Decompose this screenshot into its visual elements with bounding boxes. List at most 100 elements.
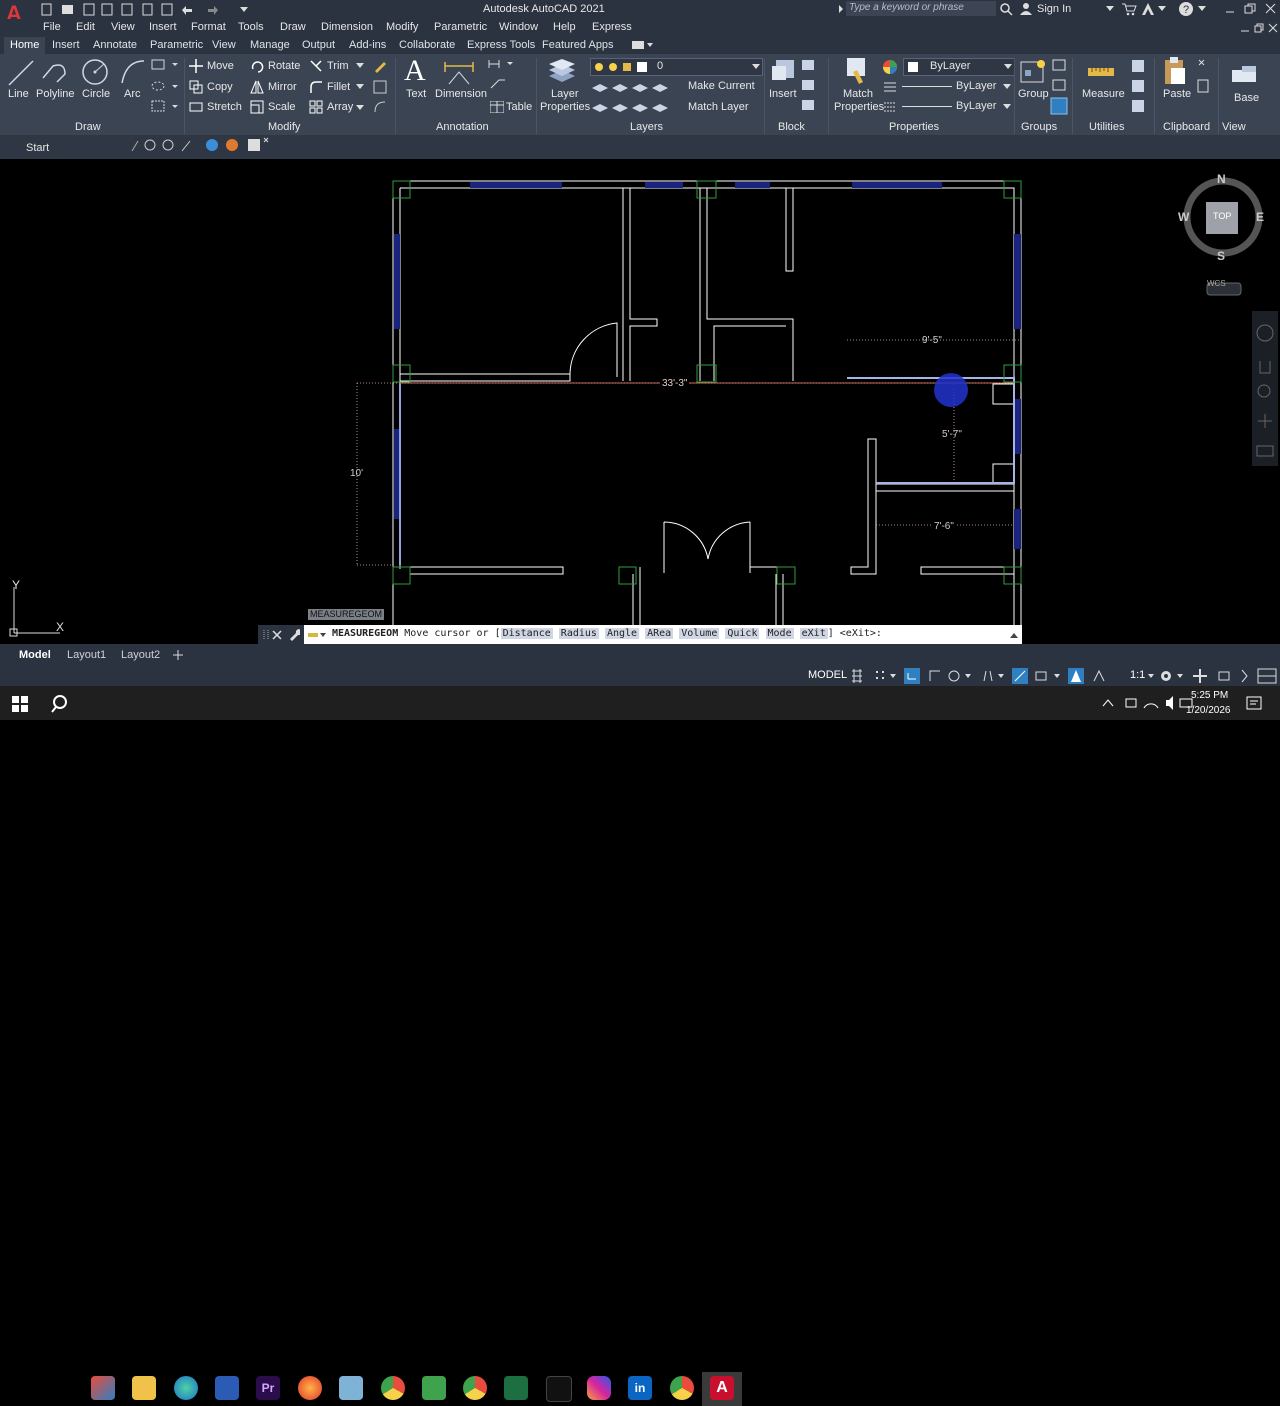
block-tool-icons[interactable]	[800, 58, 816, 118]
user-icon[interactable]	[1019, 2, 1033, 16]
move-button[interactable]: Move	[207, 60, 234, 72]
trim-icon[interactable]	[309, 59, 323, 73]
customize-wrench-icon[interactable]	[288, 629, 300, 641]
utility-tool-icons[interactable]	[1130, 58, 1148, 116]
line-button[interactable]: Line	[8, 88, 29, 100]
edge-icon[interactable]	[174, 1376, 198, 1400]
minimize-icon[interactable]	[1225, 4, 1235, 14]
annotation-panel-label[interactable]: Annotation	[436, 121, 489, 133]
windows-start-icon[interactable]	[12, 696, 28, 712]
text-icon[interactable]: A	[404, 54, 426, 88]
doc-close-icon[interactable]	[1268, 23, 1278, 33]
stretch-button[interactable]: Stretch	[207, 101, 242, 113]
model-space-button[interactable]: MODEL	[808, 669, 847, 681]
menu-help[interactable]: Help	[553, 21, 576, 33]
command-history-icon[interactable]	[308, 631, 326, 639]
fillet-button[interactable]: Fillet	[327, 81, 350, 93]
clock-date[interactable]: 1/20/2026	[1186, 705, 1231, 716]
chevron-down-icon[interactable]	[356, 84, 364, 90]
option-quick[interactable]: Quick	[725, 628, 760, 639]
file-explorer-icon[interactable]	[132, 1376, 156, 1400]
scale-icon[interactable]	[250, 100, 264, 114]
option-distance[interactable]: Distance	[500, 628, 553, 639]
explode-icon[interactable]	[372, 79, 388, 95]
color-dropdown[interactable]: ByLayer	[903, 58, 1015, 76]
chevron-down-icon[interactable]	[1106, 6, 1114, 12]
floating-toolbar-icons[interactable]	[130, 137, 270, 155]
annotation-scale[interactable]: 1:1	[1130, 669, 1145, 681]
dimension-icon[interactable]	[443, 58, 475, 86]
chevron-down-icon[interactable]	[1198, 6, 1206, 12]
option-mode[interactable]: Mode	[765, 628, 794, 639]
command-prompt[interactable]: MEASUREGEOM Move cursor or [Distance Rad…	[332, 628, 882, 639]
polyline-icon[interactable]	[40, 58, 70, 88]
notes-icon[interactable]	[339, 1376, 363, 1400]
rotate-icon[interactable]	[250, 59, 264, 73]
circle-button[interactable]: Circle	[82, 88, 110, 100]
draw-tools-icons[interactable]	[150, 58, 180, 118]
close-icon[interactable]	[1265, 3, 1276, 14]
tab-home[interactable]: Home	[4, 37, 46, 54]
model-tab[interactable]: Model	[19, 649, 51, 661]
base-button[interactable]: Base	[1234, 92, 1259, 104]
copilot-icon[interactable]	[91, 1376, 115, 1400]
linetype-dropdown[interactable]: ByLayer	[900, 79, 1013, 94]
firefox-icon[interactable]	[298, 1376, 322, 1400]
ribbon-minimize-icon[interactable]	[632, 40, 654, 50]
option-area[interactable]: ARea	[645, 628, 674, 639]
tiktok-icon[interactable]	[546, 1376, 572, 1402]
move-icon[interactable]	[189, 59, 203, 73]
insert-button[interactable]: Insert	[769, 88, 797, 100]
group-icon[interactable]	[1019, 58, 1049, 88]
offset-icon[interactable]	[372, 99, 388, 115]
menu-insert[interactable]: Insert	[149, 21, 177, 33]
drawing-canvas[interactable]: 33'-3" 9'-5" 5'-7" 7'-6" 10' N S E W TOP…	[0, 159, 1280, 645]
utilities-panel-label[interactable]: Utilities	[1089, 121, 1124, 133]
system-tray-chevron-icon[interactable]	[1102, 698, 1114, 708]
trim-button[interactable]: Trim	[327, 60, 349, 72]
status-right-icons[interactable]	[1146, 667, 1280, 685]
word-icon[interactable]	[215, 1376, 239, 1400]
match-properties-label-1[interactable]: Match	[843, 88, 873, 100]
chevron-down-icon[interactable]	[1158, 6, 1166, 12]
excel-icon[interactable]	[504, 1376, 528, 1400]
table-button[interactable]: Table	[506, 101, 532, 113]
copy-button[interactable]: Copy	[207, 81, 233, 93]
command-line[interactable]: MEASUREGEOM Move cursor or [Distance Rad…	[258, 625, 1022, 645]
tab-view[interactable]: View	[212, 39, 236, 51]
arc-icon[interactable]	[118, 57, 148, 87]
start-tab[interactable]: Start	[26, 142, 49, 154]
layout2-tab[interactable]: Layout2	[121, 649, 160, 661]
make-current-button[interactable]: Make Current	[688, 80, 755, 92]
status-toggle-icons[interactable]	[848, 667, 1128, 685]
tab-add-ins[interactable]: Add-ins	[349, 39, 386, 51]
linkedin-icon[interactable]: in	[628, 1376, 652, 1400]
chevron-down-icon[interactable]	[356, 63, 364, 69]
scale-button[interactable]: Scale	[268, 101, 296, 113]
restore-icon[interactable]	[1244, 3, 1256, 15]
viewcube-south[interactable]: S	[1217, 249, 1225, 263]
chrome-app-icon[interactable]	[670, 1376, 694, 1400]
block-panel-label[interactable]: Block	[778, 121, 805, 133]
tab-annotate[interactable]: Annotate	[93, 39, 137, 51]
clock-time[interactable]: 5:25 PM	[1191, 690, 1228, 701]
measure-icon[interactable]	[1086, 60, 1116, 84]
instagram-icon[interactable]	[587, 1376, 611, 1400]
tab-collaborate[interactable]: Collaborate	[399, 39, 455, 51]
chrome-icon[interactable]	[381, 1376, 405, 1400]
chrome-profile-icon[interactable]	[463, 1376, 487, 1400]
modify-panel-label[interactable]: Modify	[268, 121, 300, 133]
measure-button[interactable]: Measure	[1082, 88, 1125, 100]
add-layout-icon[interactable]	[173, 650, 183, 660]
search-input[interactable]: Type a keyword or phrase	[849, 2, 964, 13]
line-icon[interactable]	[6, 58, 36, 88]
dimension-button[interactable]: Dimension	[435, 88, 487, 100]
polyline-button[interactable]: Polyline	[36, 88, 75, 100]
menu-file[interactable]: File	[43, 21, 61, 33]
autocad-taskbar-icon[interactable]: A	[710, 1376, 734, 1400]
menu-express[interactable]: Express	[592, 21, 632, 33]
text-button[interactable]: Text	[406, 88, 426, 100]
viewcube-east[interactable]: E	[1256, 210, 1264, 224]
clipboard-tool-icons[interactable]	[1196, 58, 1212, 98]
viewcube-north[interactable]: N	[1217, 172, 1226, 186]
